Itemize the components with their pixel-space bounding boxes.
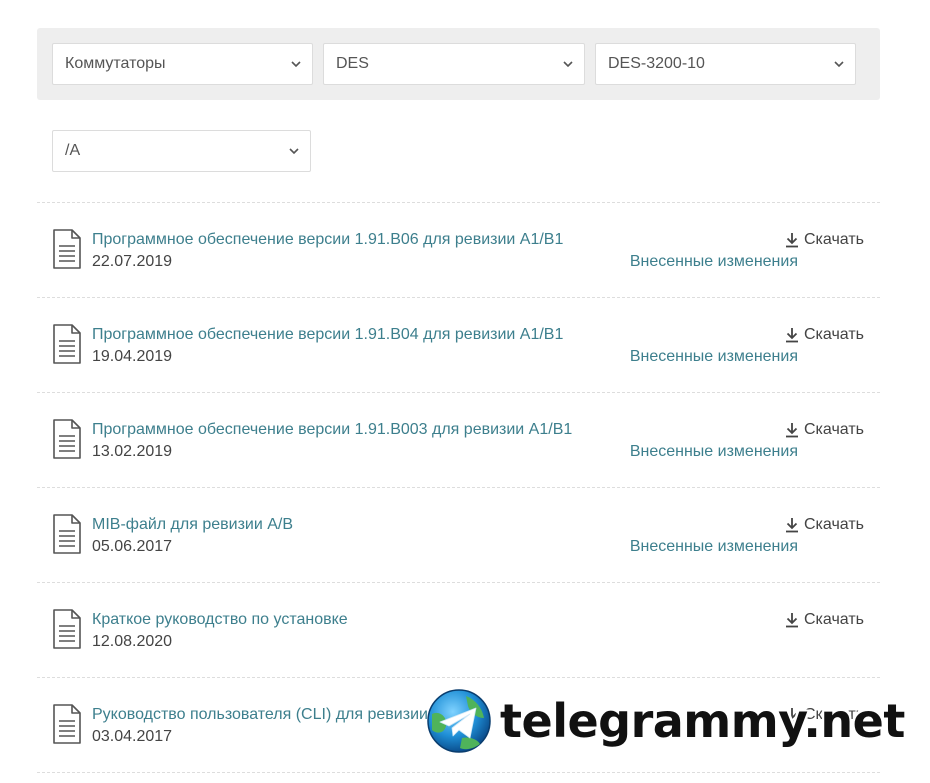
- watermark-text: telegrammy.net: [500, 694, 905, 748]
- download-label: Скачать: [804, 231, 864, 248]
- category-select-value: Коммутаторы: [65, 55, 166, 72]
- chevron-down-icon: [289, 148, 299, 155]
- file-date: 13.02.2019: [92, 443, 173, 460]
- download-link[interactable]: Скачать: [785, 611, 864, 629]
- telegram-logo-icon: [427, 689, 491, 753]
- download-label: Скачать: [804, 611, 864, 628]
- file-row: MIB-файл для ревизии A/B 05.06.2017 Скач…: [37, 488, 880, 583]
- changelog-link[interactable]: Внесенные изменения: [630, 538, 798, 556]
- revision-select[interactable]: /A: [52, 130, 311, 172]
- file-row: Программное обеспечение версии 1.91.B003…: [37, 393, 880, 488]
- document-icon: [53, 324, 81, 364]
- file-row: Программное обеспечение версии 1.91.B04 …: [37, 298, 880, 393]
- download-icon: [786, 613, 798, 628]
- download-link[interactable]: Скачать: [785, 326, 864, 344]
- file-row: Программное обеспечение версии 1.91.B06 …: [37, 203, 880, 298]
- download-label: Скачать: [804, 326, 864, 343]
- chevron-down-icon: [563, 61, 573, 68]
- document-icon: [53, 609, 81, 649]
- download-icon: [786, 328, 798, 343]
- file-title-link[interactable]: MIB-файл для ревизии A/B: [92, 516, 293, 534]
- changelog-link[interactable]: Внесенные изменения: [630, 253, 798, 271]
- category-select[interactable]: Коммутаторы: [52, 43, 313, 85]
- document-icon: [53, 229, 81, 269]
- chevron-down-icon: [834, 61, 844, 68]
- file-date: 05.06.2017: [92, 538, 173, 555]
- file-title-link[interactable]: Программное обеспечение версии 1.91.B003…: [92, 421, 572, 439]
- download-icon: [786, 518, 798, 533]
- file-date: 12.08.2020: [92, 633, 173, 650]
- download-link[interactable]: Скачать: [785, 421, 864, 439]
- changelog-link[interactable]: Внесенные изменения: [630, 443, 798, 461]
- file-title-link[interactable]: Программное обеспечение версии 1.91.B04 …: [92, 326, 563, 344]
- download-label: Скачать: [804, 516, 864, 533]
- file-date: 19.04.2019: [92, 348, 173, 365]
- download-label: Скачать: [804, 421, 864, 438]
- series-select-value: DES: [336, 55, 369, 72]
- file-date: 03.04.2017: [92, 728, 173, 745]
- document-icon: [53, 514, 81, 554]
- file-title-link[interactable]: Программное обеспечение версии 1.91.B06 …: [92, 231, 563, 249]
- changelog-link[interactable]: Внесенные изменения: [630, 348, 798, 366]
- revision-select-value: /A: [65, 142, 81, 159]
- document-icon: [53, 419, 81, 459]
- download-icon: [786, 233, 798, 248]
- watermark: telegrammy.net: [426, 688, 905, 754]
- file-row: Краткое руководство по установке 12.08.2…: [37, 583, 880, 678]
- download-icon: [786, 423, 798, 438]
- chevron-down-icon: [291, 61, 301, 68]
- downloads-page: Коммутаторы DES DES-3200-10 /A Программн…: [0, 0, 930, 783]
- download-link[interactable]: Скачать: [785, 231, 864, 249]
- series-select[interactable]: DES: [323, 43, 585, 85]
- model-select[interactable]: DES-3200-10: [595, 43, 856, 85]
- file-date: 22.07.2019: [92, 253, 173, 270]
- file-title-link[interactable]: Руководство пользователя (CLI) для ревиз…: [92, 706, 428, 724]
- model-select-value: DES-3200-10: [608, 55, 705, 72]
- document-icon: [53, 704, 81, 744]
- file-title-link[interactable]: Краткое руководство по установке: [92, 611, 348, 629]
- download-link[interactable]: Скачать: [785, 516, 864, 534]
